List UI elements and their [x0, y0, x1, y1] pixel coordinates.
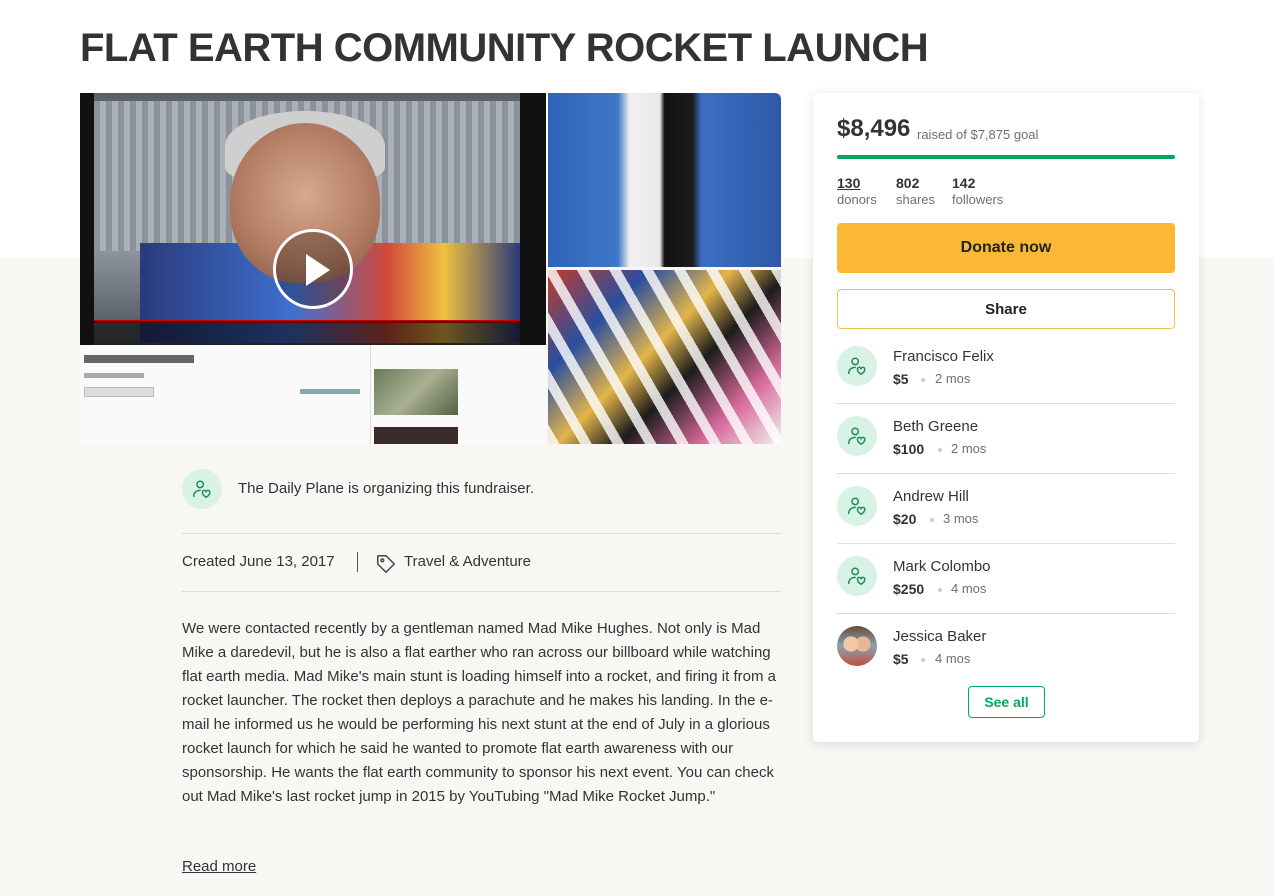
stat-shares: 802 shares	[896, 175, 935, 207]
donor-avatar	[837, 346, 877, 386]
progress-bar	[837, 155, 1175, 159]
stat-label: shares	[896, 192, 936, 207]
donation-sidebar: $8,496 raised of $7,875 goal 130 donors …	[813, 93, 1199, 742]
video-page-preview	[80, 345, 546, 444]
created-date: Created June 13, 2017	[182, 553, 335, 570]
donor-name: Andrew Hill	[893, 488, 969, 505]
stat-label: donors	[837, 192, 877, 207]
donor-amount: $5	[893, 371, 909, 387]
preview-line	[84, 355, 194, 363]
separator-dot	[938, 588, 942, 592]
divider	[182, 591, 781, 592]
divider	[182, 533, 781, 534]
donor-time: 2 mos	[935, 371, 971, 386]
stat-label: followers	[952, 192, 1004, 207]
donor-time: 4 mos	[935, 651, 971, 666]
video-frame-right	[520, 93, 546, 345]
campaign-photo-painting-1[interactable]	[548, 93, 781, 267]
goal-text: raised of $7,875 goal	[917, 127, 1039, 142]
see-all-button[interactable]: See all	[968, 686, 1045, 718]
meta-separator	[357, 552, 358, 572]
divider	[837, 543, 1175, 544]
stat-donors[interactable]: 130 donors	[837, 175, 877, 207]
video-controls[interactable]	[94, 321, 520, 345]
donor-item: Mark Colombo $250 4 mos	[837, 556, 1175, 626]
heart-user-icon	[848, 497, 866, 515]
donor-name: Francisco Felix	[893, 348, 994, 365]
donor-name: Jessica Baker	[893, 628, 987, 645]
tag-icon	[377, 555, 395, 573]
donor-time: 2 mos	[951, 441, 987, 456]
donate-now-button[interactable]: Donate now	[837, 223, 1175, 273]
preview-line	[84, 373, 144, 378]
donor-name: Mark Colombo	[893, 558, 991, 575]
amount-raised: $8,496	[837, 115, 911, 142]
video-frame-left	[80, 93, 94, 345]
preview-thumbnail	[374, 369, 458, 415]
divider	[837, 473, 1175, 474]
donor-time: 4 mos	[951, 581, 987, 596]
category-link[interactable]: Travel & Adventure	[404, 553, 531, 570]
donor-amount: $250	[893, 581, 925, 597]
campaign-photo-painting-2[interactable]	[548, 270, 781, 444]
donor-item: Beth Greene $100 2 mos	[837, 416, 1175, 486]
share-button[interactable]: Share	[837, 289, 1175, 329]
stat-number: 130	[837, 175, 861, 191]
story-text: We were contacted recently by a gentlema…	[182, 620, 776, 805]
divider	[837, 403, 1175, 404]
donor-amount: $20	[893, 511, 917, 527]
separator-dot	[938, 448, 942, 452]
preview-thumbnail	[374, 427, 458, 444]
donor-avatar	[837, 416, 877, 456]
preview-line	[300, 389, 360, 394]
play-icon[interactable]	[273, 229, 353, 309]
page-title: FLAT EARTH COMMUNITY ROCKET LAUNCH	[80, 26, 929, 70]
heart-user-icon	[848, 427, 866, 445]
organizer-text: The Daily Plane is organizing this fundr…	[238, 480, 534, 497]
stat-number: 142	[952, 175, 976, 191]
heart-user-icon	[193, 480, 211, 498]
progress-bar-fill	[837, 155, 1175, 159]
heart-user-icon	[848, 567, 866, 585]
organizer-avatar	[182, 469, 222, 509]
donor-item: Andrew Hill $20 3 mos	[837, 486, 1175, 556]
donor-time: 3 mos	[943, 511, 979, 526]
heart-user-icon	[848, 357, 866, 375]
donor-name: Beth Greene	[893, 418, 979, 435]
donor-item: Francisco Felix $5 2 mos	[837, 346, 1175, 416]
preview-line	[84, 387, 154, 397]
separator-dot	[930, 518, 934, 522]
divider	[837, 613, 1175, 614]
donor-avatar	[837, 486, 877, 526]
stat-number: 802	[896, 175, 920, 191]
campaign-video[interactable]	[80, 93, 546, 444]
donor-amount: $5	[893, 651, 909, 667]
donor-photo-avatar	[837, 626, 877, 666]
separator-dot	[921, 658, 925, 662]
read-more-link[interactable]: Read more	[182, 858, 256, 875]
donor-avatar	[837, 556, 877, 596]
separator-dot	[921, 378, 925, 382]
stat-followers: 142 followers	[952, 175, 1003, 207]
donor-amount: $100	[893, 441, 925, 457]
